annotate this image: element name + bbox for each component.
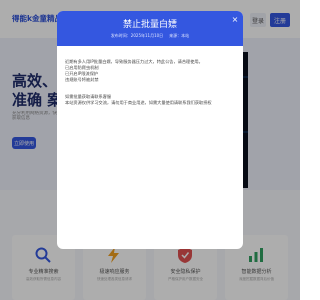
- modal-publish-time: 发布时间：2025年11月10日: [110, 33, 164, 38]
- close-icon[interactable]: ×: [230, 15, 240, 25]
- modal-title: 禁止批量白嫖: [122, 20, 177, 30]
- modal-meta: 发布时间：2025年11月10日 来源：本站: [57, 33, 243, 39]
- notice-modal: 禁止批量白嫖 × 发布时间：2025年11月10日 来源：本站 近期有多人用IP…: [57, 11, 243, 249]
- modal-body: 近期有多人用IP批量白嫖，导致服务器压力过大，特此公告，请合理使用。 已启用防爬…: [65, 59, 235, 106]
- modal-line: 本站资源仅供学习交流，请勿用于商业用途，如需大量使用请联系我们获取授权: [65, 100, 212, 105]
- modal-header: 禁止批量白嫖 × 发布时间：2025年11月10日 来源：本站: [57, 11, 243, 46]
- modal-source: 来源：本站: [169, 33, 190, 38]
- modal-spacer: [65, 83, 235, 94]
